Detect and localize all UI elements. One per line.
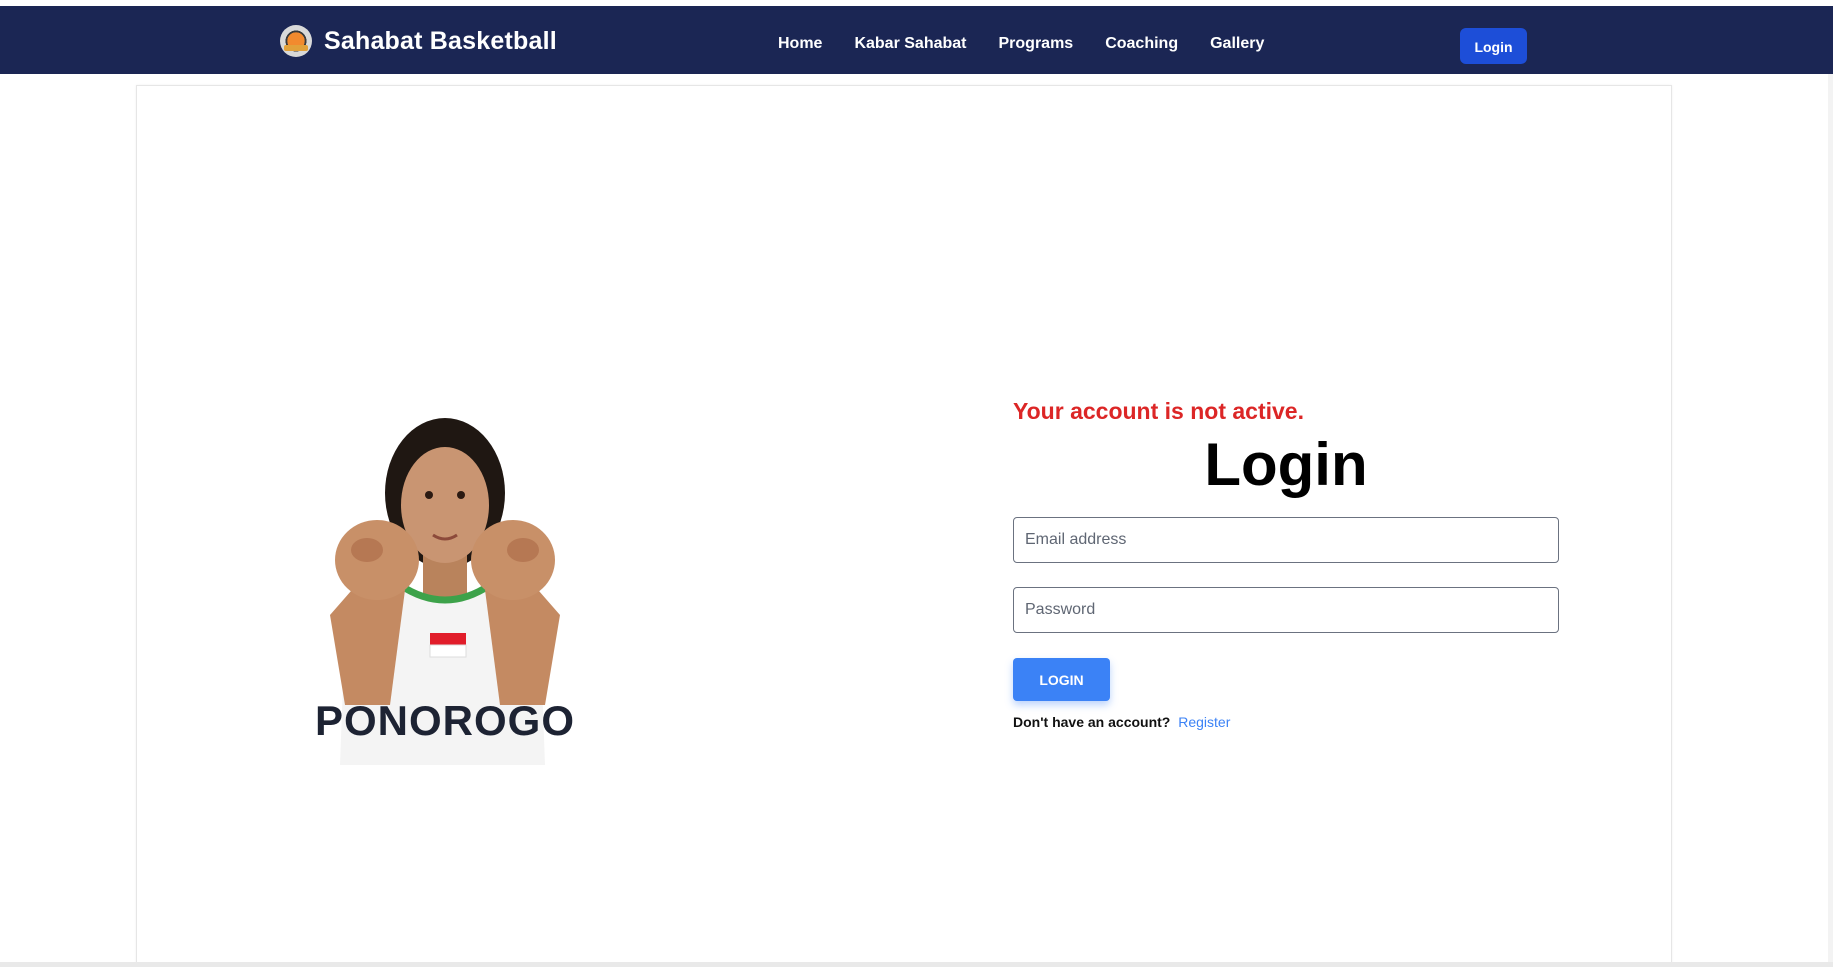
nav-login-button[interactable]: Login (1460, 28, 1527, 64)
nav-link-programs[interactable]: Programs (983, 28, 1090, 60)
account-inactive-error: Your account is not active. (1013, 398, 1304, 424)
horizontal-scrollbar[interactable] (0, 962, 1833, 967)
nav-link-gallery[interactable]: Gallery (1194, 28, 1280, 60)
brand-link[interactable]: Sahabat Basketball (280, 24, 557, 58)
nav-links: Home Kabar Sahabat Programs Coaching Gal… (762, 28, 1280, 60)
nav-link-home[interactable]: Home (762, 28, 838, 60)
login-title: Login (1204, 431, 1368, 498)
brand-name: Sahabat Basketball (324, 26, 557, 55)
basketball-logo-icon (280, 25, 312, 57)
email-input[interactable] (1013, 517, 1559, 563)
nav-link-coaching[interactable]: Coaching (1089, 28, 1194, 60)
vertical-scrollbar[interactable] (1828, 74, 1833, 967)
signup-prompt-line: Don't have an account? Register (1013, 714, 1230, 730)
register-link[interactable]: Register (1178, 714, 1230, 730)
player-image: PONOROGO (315, 418, 575, 765)
login-submit-button[interactable]: LOGIN (1013, 658, 1110, 701)
password-input[interactable] (1013, 587, 1559, 633)
jersey-text: PONOROGO (315, 697, 575, 744)
navbar: Sahabat Basketball Home Kabar Sahabat Pr… (0, 6, 1833, 74)
signup-prompt-text: Don't have an account? (1013, 714, 1171, 730)
nav-link-kabar-sahabat[interactable]: Kabar Sahabat (838, 28, 982, 60)
